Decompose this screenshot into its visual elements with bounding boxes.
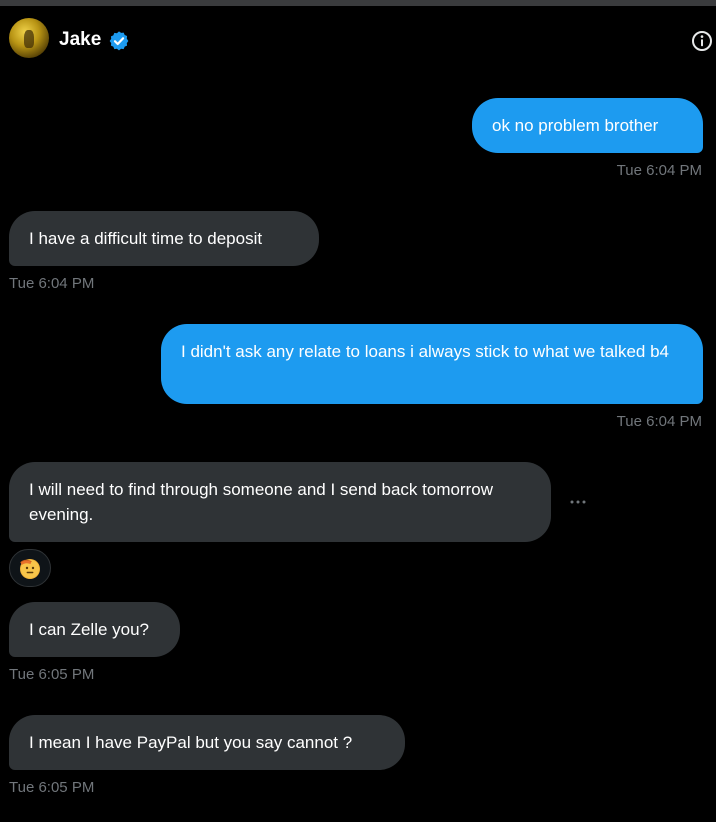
message-reaction[interactable] [9,549,51,587]
avatar[interactable] [9,18,49,58]
message-text: I didn't ask any relate to loans i alway… [181,342,669,361]
message-timestamp: Tue 6:05 PM [9,779,95,796]
message-timestamp: Tue 6:05 PM [9,666,95,683]
verified-badge-icon [109,31,129,51]
message-timestamp: Tue 6:04 PM [9,275,95,292]
message-text: I mean I have PayPal but you say cannot … [29,733,353,752]
message-text: I have a difficult time to deposit [29,229,263,248]
message-text: ok no problem brother [492,116,659,135]
received-message-bubble[interactable]: I have a difficult time to deposit [9,211,319,266]
message-text: I will need to find through someone and … [29,480,493,524]
received-message-bubble[interactable]: I will need to find through someone and … [9,462,551,542]
conversation-header: Jake [0,6,716,72]
received-message-bubble[interactable]: I mean I have PayPal but you say cannot … [9,715,405,770]
saluting-face-emoji-icon [20,559,40,579]
message-timestamp: Tue 6:04 PM [616,162,702,179]
more-options-icon[interactable] [565,490,591,514]
sent-message-bubble[interactable]: ok no problem brother [472,98,703,153]
received-message-bubble[interactable]: I can Zelle you? [9,602,180,657]
contact-name[interactable]: Jake [59,28,101,52]
sent-message-bubble[interactable]: I didn't ask any relate to loans i alway… [161,324,703,404]
message-timestamp: Tue 6:04 PM [616,413,702,430]
info-icon[interactable] [690,29,714,53]
message-text: I can Zelle you? [29,620,150,639]
